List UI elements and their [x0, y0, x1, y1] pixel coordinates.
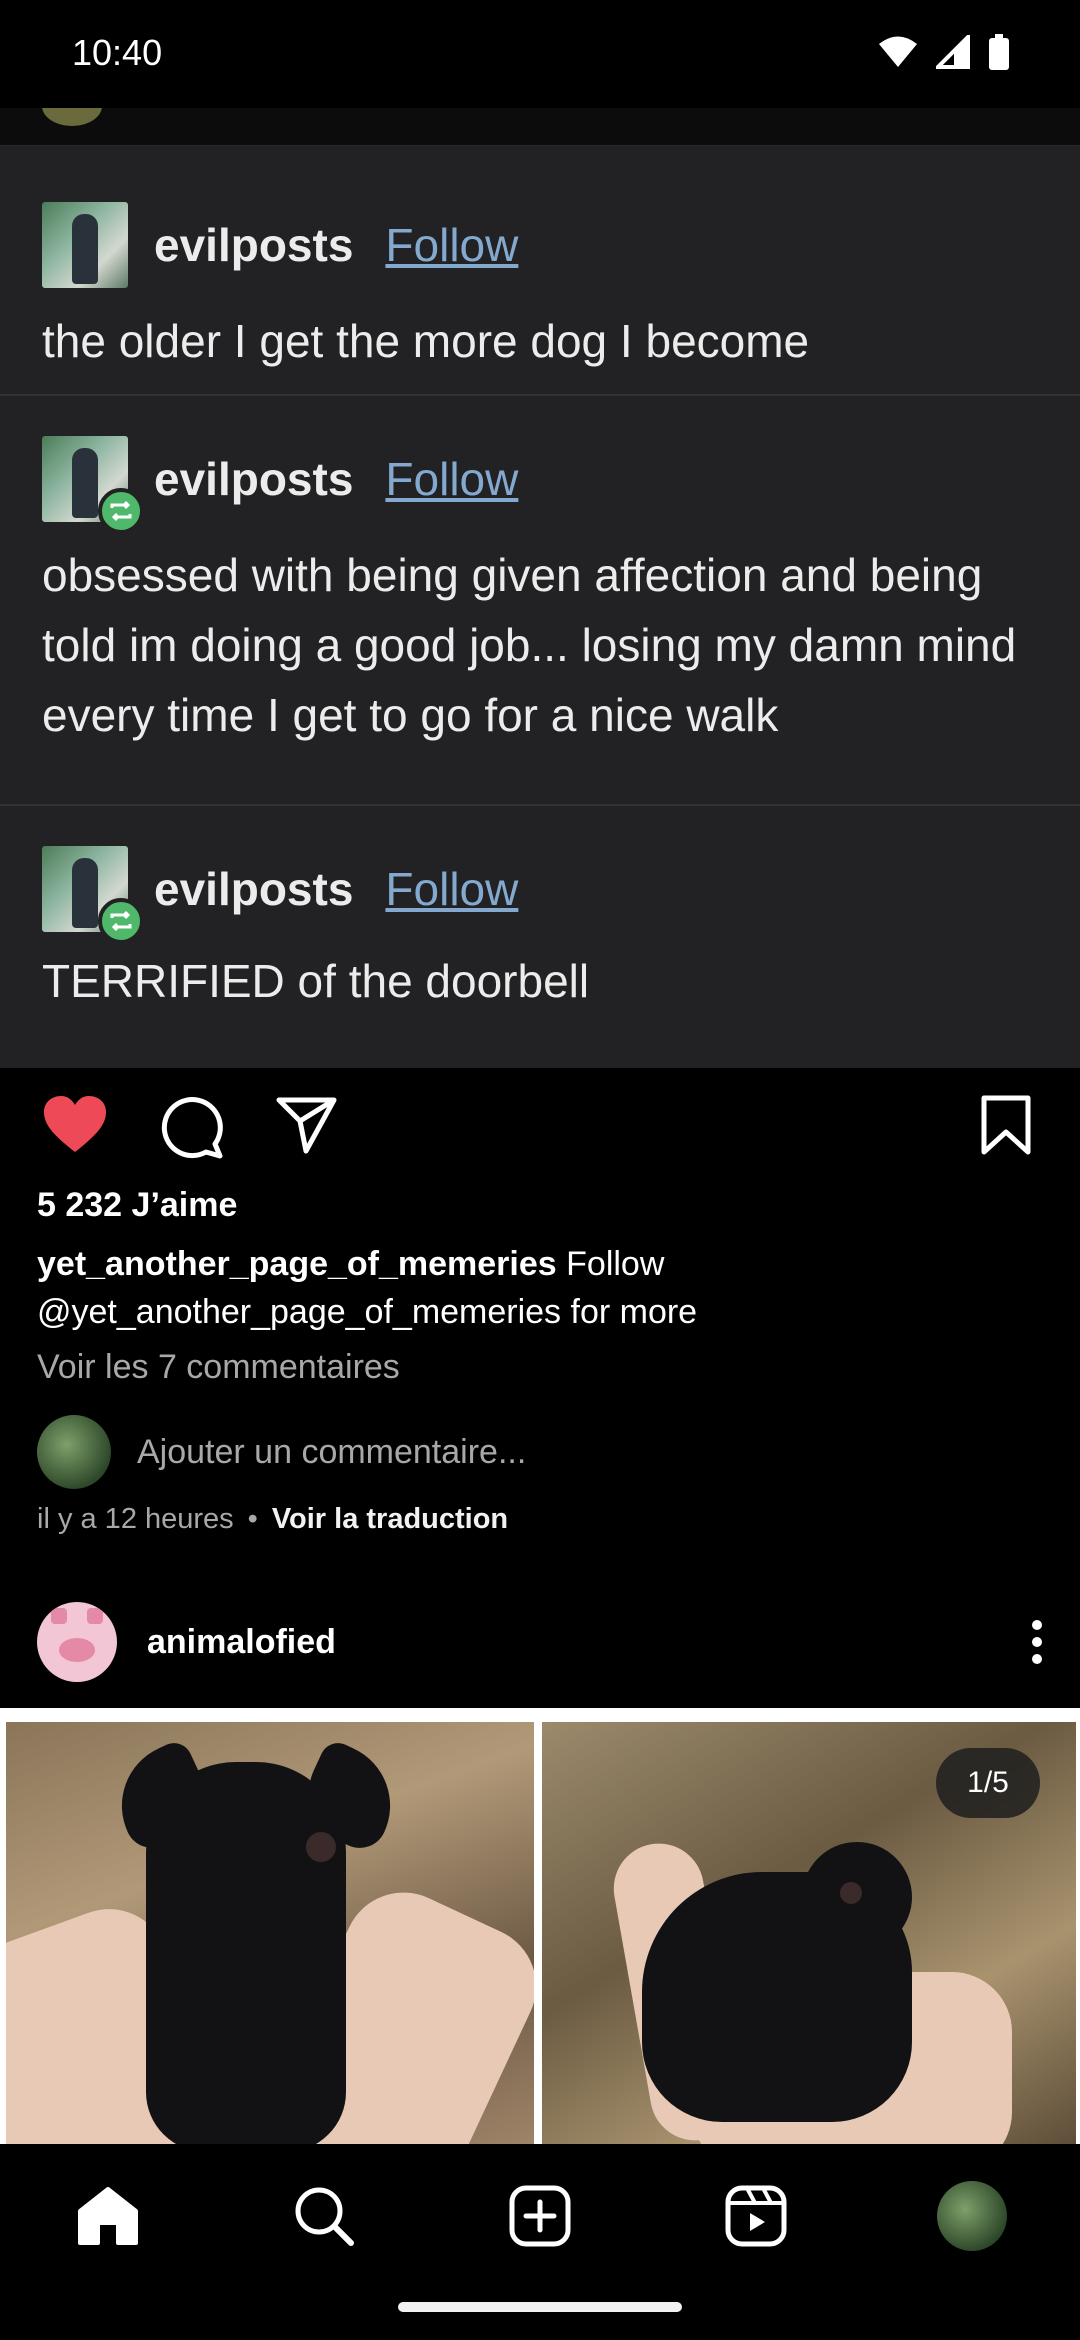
- heart-filled-icon[interactable]: [42, 1094, 108, 1154]
- nav-profile[interactable]: [934, 2178, 1010, 2254]
- profile-avatar: [937, 2181, 1007, 2251]
- tumblr-avatar: [42, 436, 144, 534]
- reblog-icon: [98, 898, 144, 944]
- tumblr-avatar: [42, 846, 144, 944]
- signal-icon: [936, 35, 970, 69]
- tumblr-follow-link: Follow: [385, 453, 519, 505]
- tumblr-post-1: evilposts Follow the older I get the mor…: [0, 146, 1080, 396]
- share-icon[interactable]: [276, 1094, 338, 1156]
- tumblr-follow-link: Follow: [385, 863, 519, 915]
- like-count[interactable]: 5 232 J’aime: [37, 1186, 237, 1225]
- tumblr-post-2: evilposts Follow obsessed with being giv…: [0, 396, 1080, 806]
- reblog-icon: [98, 488, 144, 534]
- tumblr-follow-link: Follow: [385, 219, 519, 271]
- comment-icon[interactable]: [158, 1094, 224, 1160]
- post-username[interactable]: animalofied: [147, 1623, 336, 1662]
- tumblr-post-text: obsessed with being given affection and …: [42, 549, 1017, 741]
- see-translation-link[interactable]: Voir la traduction: [272, 1503, 508, 1536]
- tumblr-post-3: evilposts Follow TERRIFIED of the doorbe…: [0, 806, 1080, 1068]
- status-bar: 10:40: [0, 0, 1080, 108]
- post-meta: il y a 12 heures • Voir la traduction: [37, 1503, 508, 1536]
- tumblr-post-text: TERRIFIED of the doorbell: [42, 955, 590, 1007]
- tumblr-username: evilposts: [154, 453, 354, 505]
- post-image-carousel[interactable]: 1/5: [0, 1708, 1080, 2144]
- tumblr-username: evilposts: [154, 219, 354, 271]
- meta-separator: •: [247, 1503, 258, 1535]
- status-time: 10:40: [72, 32, 163, 73]
- tumblr-avatar: [42, 202, 128, 288]
- nav-home[interactable]: [70, 2178, 146, 2254]
- home-icon: [78, 2187, 138, 2245]
- view-comments-link[interactable]: Voir les 7 commentaires: [37, 1348, 400, 1387]
- wifi-icon: [879, 36, 917, 67]
- bat-photo-left: [6, 1722, 534, 2144]
- bottom-nav: [0, 2144, 1080, 2340]
- post-image-tumblr-screenshot[interactable]: evilposts Follow the older I get the mor…: [0, 108, 1080, 1068]
- caption-follow-link[interactable]: Follow: [566, 1245, 664, 1283]
- caption-username[interactable]: yet_another_page_of_memeries: [37, 1245, 557, 1283]
- avatar: [37, 1415, 111, 1489]
- more-options-icon[interactable]: [1027, 1619, 1047, 1665]
- bookmark-icon[interactable]: [980, 1094, 1032, 1156]
- caption-text: @yet_another_page_of_memeries for more: [37, 1293, 698, 1331]
- nav-reels[interactable]: [718, 2178, 794, 2254]
- post-actions: [0, 1090, 1080, 1170]
- tumblr-username: evilposts: [154, 863, 354, 915]
- battery-icon: [989, 34, 1009, 70]
- search-icon: [295, 2187, 354, 2246]
- avatar[interactable]: [37, 1602, 117, 1682]
- reels-icon: [725, 2185, 787, 2247]
- add-comment-input[interactable]: Ajouter un commentaire...: [137, 1433, 526, 1472]
- tumblr-top-strip: [0, 108, 1080, 146]
- add-comment-row[interactable]: Ajouter un commentaire...: [37, 1414, 526, 1490]
- post-timestamp: il y a 12 heures: [37, 1503, 234, 1535]
- post-header: animalofied: [37, 1602, 1047, 1682]
- nav-search[interactable]: [286, 2178, 362, 2254]
- carousel-counter: 1/5: [936, 1748, 1040, 1818]
- post-caption: yet_another_page_of_memeries Follow @yet…: [37, 1240, 1047, 1336]
- home-indicator[interactable]: [398, 2302, 682, 2312]
- tumblr-post-text: the older I get the more dog I become: [42, 315, 810, 367]
- create-icon: [509, 2185, 571, 2247]
- nav-create[interactable]: [502, 2178, 578, 2254]
- status-icons: [878, 34, 1010, 70]
